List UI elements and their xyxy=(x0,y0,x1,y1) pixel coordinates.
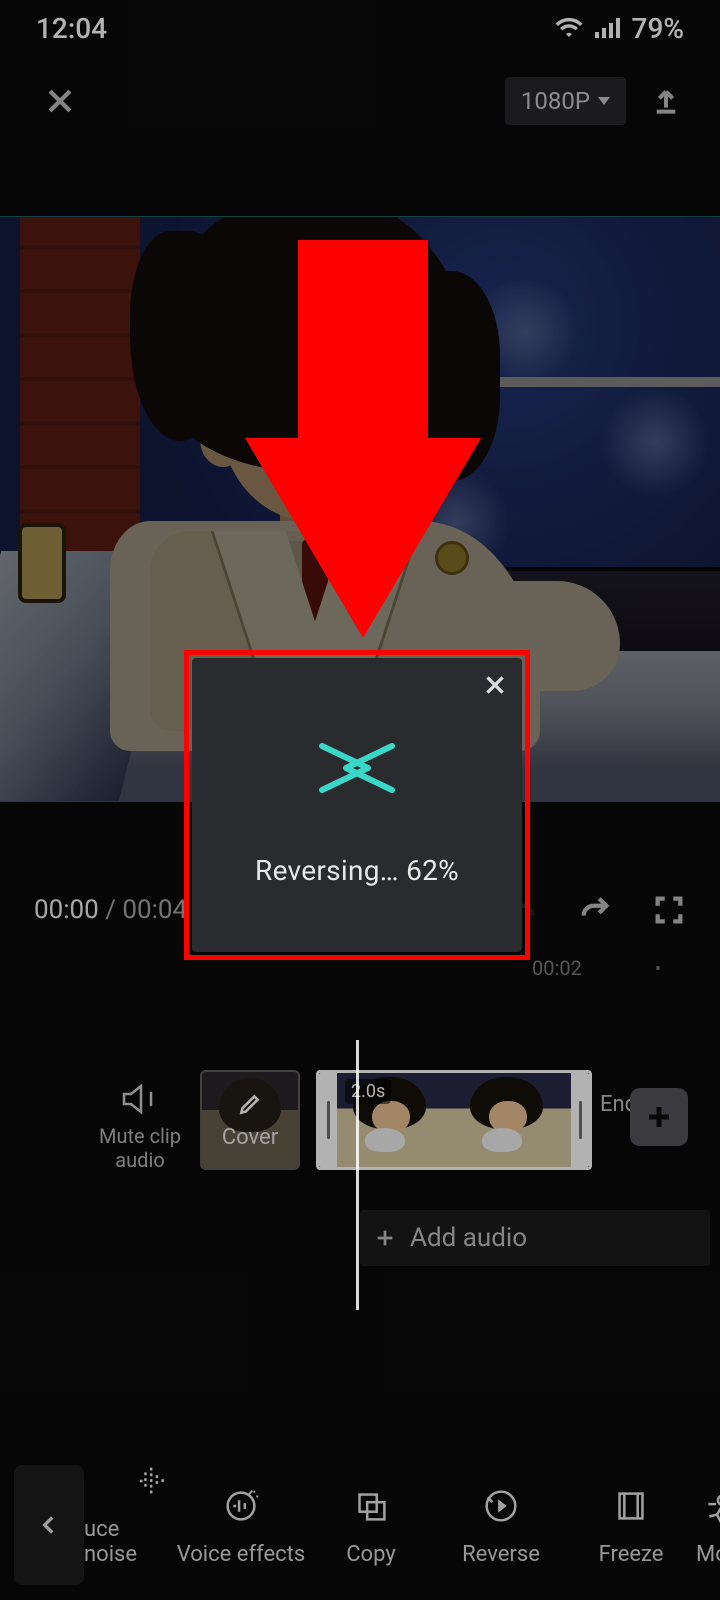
tool-voice-effects[interactable]: Voice effects xyxy=(176,1484,306,1567)
status-time: 12:04 xyxy=(36,12,107,45)
fullscreen-button[interactable] xyxy=(652,893,686,927)
close-icon xyxy=(43,84,77,118)
plus-icon xyxy=(374,1227,396,1249)
timeline[interactable]: Mute clip audio Cover 2.0s Ending xyxy=(0,1070,720,1220)
add-clip-button[interactable] xyxy=(630,1088,688,1146)
redo-icon xyxy=(578,893,612,927)
close-icon xyxy=(482,672,508,698)
dialog-progress-text: Reversing… 62% xyxy=(255,854,459,887)
clip-trim-handle-right[interactable] xyxy=(571,1073,589,1167)
tool-label: Voice effects xyxy=(177,1542,306,1567)
tool-label: Reverse xyxy=(462,1542,540,1567)
bottom-toolbar: uce noise Voice effects Copy Reverse Fre… xyxy=(0,1450,720,1600)
close-button[interactable] xyxy=(38,79,82,123)
status-bar: 12:04 79% xyxy=(0,0,720,56)
reversing-progress-dialog: Reversing… 62% xyxy=(192,658,522,952)
editor-top-bar: 1080P xyxy=(0,56,720,146)
ruler-tick: 00:02 xyxy=(532,956,582,980)
resolution-dropdown[interactable]: 1080P xyxy=(505,77,626,125)
upload-icon xyxy=(650,85,682,117)
timeline-playhead[interactable] xyxy=(356,1040,359,1310)
resolution-value: 1080P xyxy=(521,87,590,115)
tool-motion-blur[interactable]: Motion l xyxy=(696,1484,720,1567)
dialog-close-button[interactable] xyxy=(482,672,508,702)
status-right: 79% xyxy=(554,12,684,45)
chevron-left-icon xyxy=(36,1512,62,1538)
freeze-icon xyxy=(610,1485,652,1527)
playback-total-time: 00:04 xyxy=(122,895,187,925)
clip-trim-handle-left[interactable] xyxy=(319,1073,337,1167)
toolbar-back-button[interactable] xyxy=(14,1465,84,1585)
wifi-icon xyxy=(554,16,584,40)
capcut-logo-icon xyxy=(314,740,400,796)
signal-icon xyxy=(594,17,622,39)
voice-effects-icon xyxy=(220,1485,262,1527)
reverse-icon xyxy=(480,1485,522,1527)
tool-reverse[interactable]: Reverse xyxy=(436,1484,566,1567)
cover-tile[interactable]: Cover xyxy=(200,1070,300,1170)
speaker-icon xyxy=(121,1084,159,1114)
playback-current-time: 00:00 xyxy=(34,895,99,925)
ruler-dot xyxy=(656,966,660,970)
plus-icon xyxy=(644,1102,674,1132)
add-audio-label: Add audio xyxy=(410,1223,527,1253)
fullscreen-icon xyxy=(652,893,686,927)
tool-label: uce noise xyxy=(84,1517,176,1567)
mute-clip-audio-button[interactable]: Mute clip audio xyxy=(80,1084,200,1172)
redo-button[interactable] xyxy=(578,893,612,927)
tool-reduce-noise[interactable]: uce noise xyxy=(84,1459,176,1567)
tool-copy[interactable]: Copy xyxy=(306,1484,436,1567)
tool-label: Copy xyxy=(346,1542,396,1567)
add-audio-button[interactable]: Add audio xyxy=(360,1210,710,1266)
mute-label-1: Mute clip xyxy=(80,1124,200,1148)
copy-icon xyxy=(350,1485,392,1527)
reduce-noise-icon xyxy=(134,1460,176,1502)
clip-duration-badge: 2.0s xyxy=(345,1079,391,1104)
cover-label: Cover xyxy=(222,1125,278,1150)
mute-label-2: audio xyxy=(80,1148,200,1172)
export-button[interactable] xyxy=(650,85,682,117)
motion-icon xyxy=(696,1485,720,1527)
status-battery: 79% xyxy=(632,12,684,45)
pencil-icon xyxy=(237,1091,263,1117)
chevron-down-icon xyxy=(598,97,610,105)
tool-freeze[interactable]: Freeze xyxy=(566,1484,696,1567)
tool-label: Freeze xyxy=(599,1542,664,1567)
timeline-ruler[interactable]: 00:02 xyxy=(0,956,720,986)
tool-label: Motion l xyxy=(696,1542,720,1567)
